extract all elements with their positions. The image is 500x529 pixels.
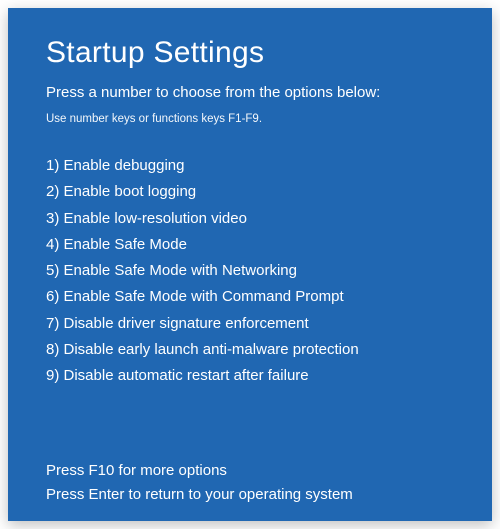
option-enable-safe-mode[interactable]: 4) Enable Safe Mode [46,232,454,258]
instruction-text: Press a number to choose from the option… [46,84,454,101]
option-label: Disable automatic restart after failure [64,367,309,384]
option-disable-driver-signature-enforcement[interactable]: 7) Disable driver signature enforcement [46,311,454,337]
option-label: Enable low-resolution video [64,210,247,227]
startup-settings-screen: Startup Settings Press a number to choos… [8,8,492,521]
option-label: Disable driver signature enforcement [64,315,309,332]
option-number: 2) [46,183,59,200]
option-number: 5) [46,262,59,279]
return-hint: Press Enter to return to your operating … [46,483,454,507]
option-disable-early-launch-antimalware[interactable]: 8) Disable early launch anti-malware pro… [46,337,454,363]
option-enable-safe-mode-networking[interactable]: 5) Enable Safe Mode with Networking [46,258,454,284]
page-title: Startup Settings [46,36,454,70]
option-label: Disable early launch anti-malware protec… [64,341,359,358]
option-label: Enable debugging [64,157,185,174]
option-number: 1) [46,157,59,174]
option-enable-boot-logging[interactable]: 2) Enable boot logging [46,179,454,205]
more-options-hint: Press F10 for more options [46,459,454,483]
option-number: 8) [46,341,59,358]
option-label: Enable Safe Mode [64,236,187,253]
options-list: 1) Enable debugging 2) Enable boot loggi… [46,153,454,389]
option-label: Enable Safe Mode with Networking [64,262,297,279]
option-number: 9) [46,367,59,384]
option-enable-safe-mode-command-prompt[interactable]: 6) Enable Safe Mode with Command Prompt [46,284,454,310]
footer-instructions: Press F10 for more options Press Enter t… [46,459,454,507]
option-label: Enable boot logging [64,183,197,200]
sub-instruction-text: Use number keys or functions keys F1-F9. [46,113,454,125]
option-number: 7) [46,315,59,332]
option-number: 4) [46,236,59,253]
option-number: 3) [46,210,59,227]
option-label: Enable Safe Mode with Command Prompt [64,288,344,305]
option-number: 6) [46,288,59,305]
option-enable-debugging[interactable]: 1) Enable debugging [46,153,454,179]
option-enable-low-resolution-video[interactable]: 3) Enable low-resolution video [46,206,454,232]
option-disable-automatic-restart[interactable]: 9) Disable automatic restart after failu… [46,363,454,389]
